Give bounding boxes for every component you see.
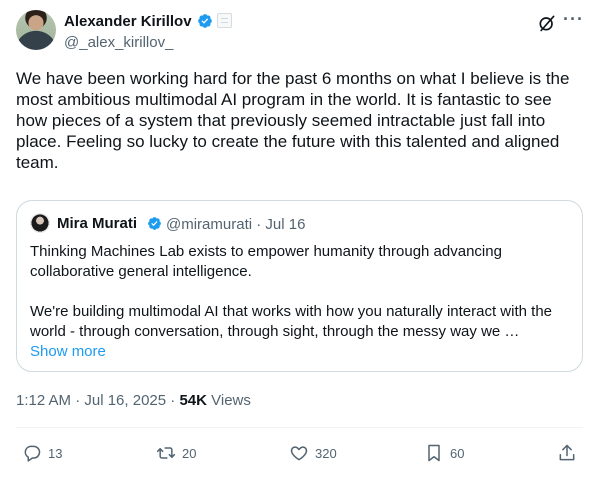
affiliation-badge-icon[interactable] [217, 13, 232, 28]
like-icon [290, 446, 308, 461]
quoted-verified-badge-icon [148, 217, 161, 230]
bookmark-button[interactable]: 60 [424, 442, 464, 464]
author-avatar[interactable] [16, 10, 56, 50]
tweet-text: We have been working hard for the past 6… [16, 69, 570, 172]
share-button[interactable] [557, 442, 583, 464]
more-icon[interactable]: ··· [563, 9, 584, 30]
tweet-time-date[interactable]: 1:12 AM · Jul 16, 2025 · [16, 392, 179, 409]
reply-button[interactable]: 13 [22, 442, 62, 464]
tweet-meta: 1:12 AM · Jul 16, 2025 · 54K Views [16, 392, 251, 409]
quoted-author-name: Mira Murati [57, 215, 138, 232]
views-count: 54K [179, 392, 207, 409]
reply-count: 13 [48, 445, 63, 461]
repost-count: 20 [182, 445, 197, 461]
repost-icon [156, 447, 176, 459]
author-name[interactable]: Alexander Kirillov [64, 13, 192, 30]
verified-badge-icon [198, 14, 212, 28]
show-more-link[interactable]: Show more [30, 343, 106, 360]
like-button[interactable]: 320 [289, 442, 337, 464]
bookmark-count: 60 [450, 445, 465, 461]
quoted-handle-date: @miramurati · Jul 16 [166, 216, 306, 233]
grok-icon[interactable] [537, 13, 557, 33]
quoted-text-paragraph-2: We're building multimodal AI that works … [30, 303, 552, 340]
repost-button[interactable]: 20 [156, 442, 196, 464]
views-label: Views [206, 392, 251, 409]
quoted-author-avatar[interactable] [30, 213, 50, 233]
quoted-text-paragraph-1: Thinking Machines Lab exists to empower … [30, 243, 502, 280]
like-count: 320 [315, 445, 337, 461]
author-handle[interactable]: @_alex_kirillov_ [64, 34, 173, 51]
reply-icon [24, 445, 41, 462]
bookmark-icon [428, 444, 440, 462]
divider [16, 427, 583, 428]
share-icon [559, 444, 575, 461]
